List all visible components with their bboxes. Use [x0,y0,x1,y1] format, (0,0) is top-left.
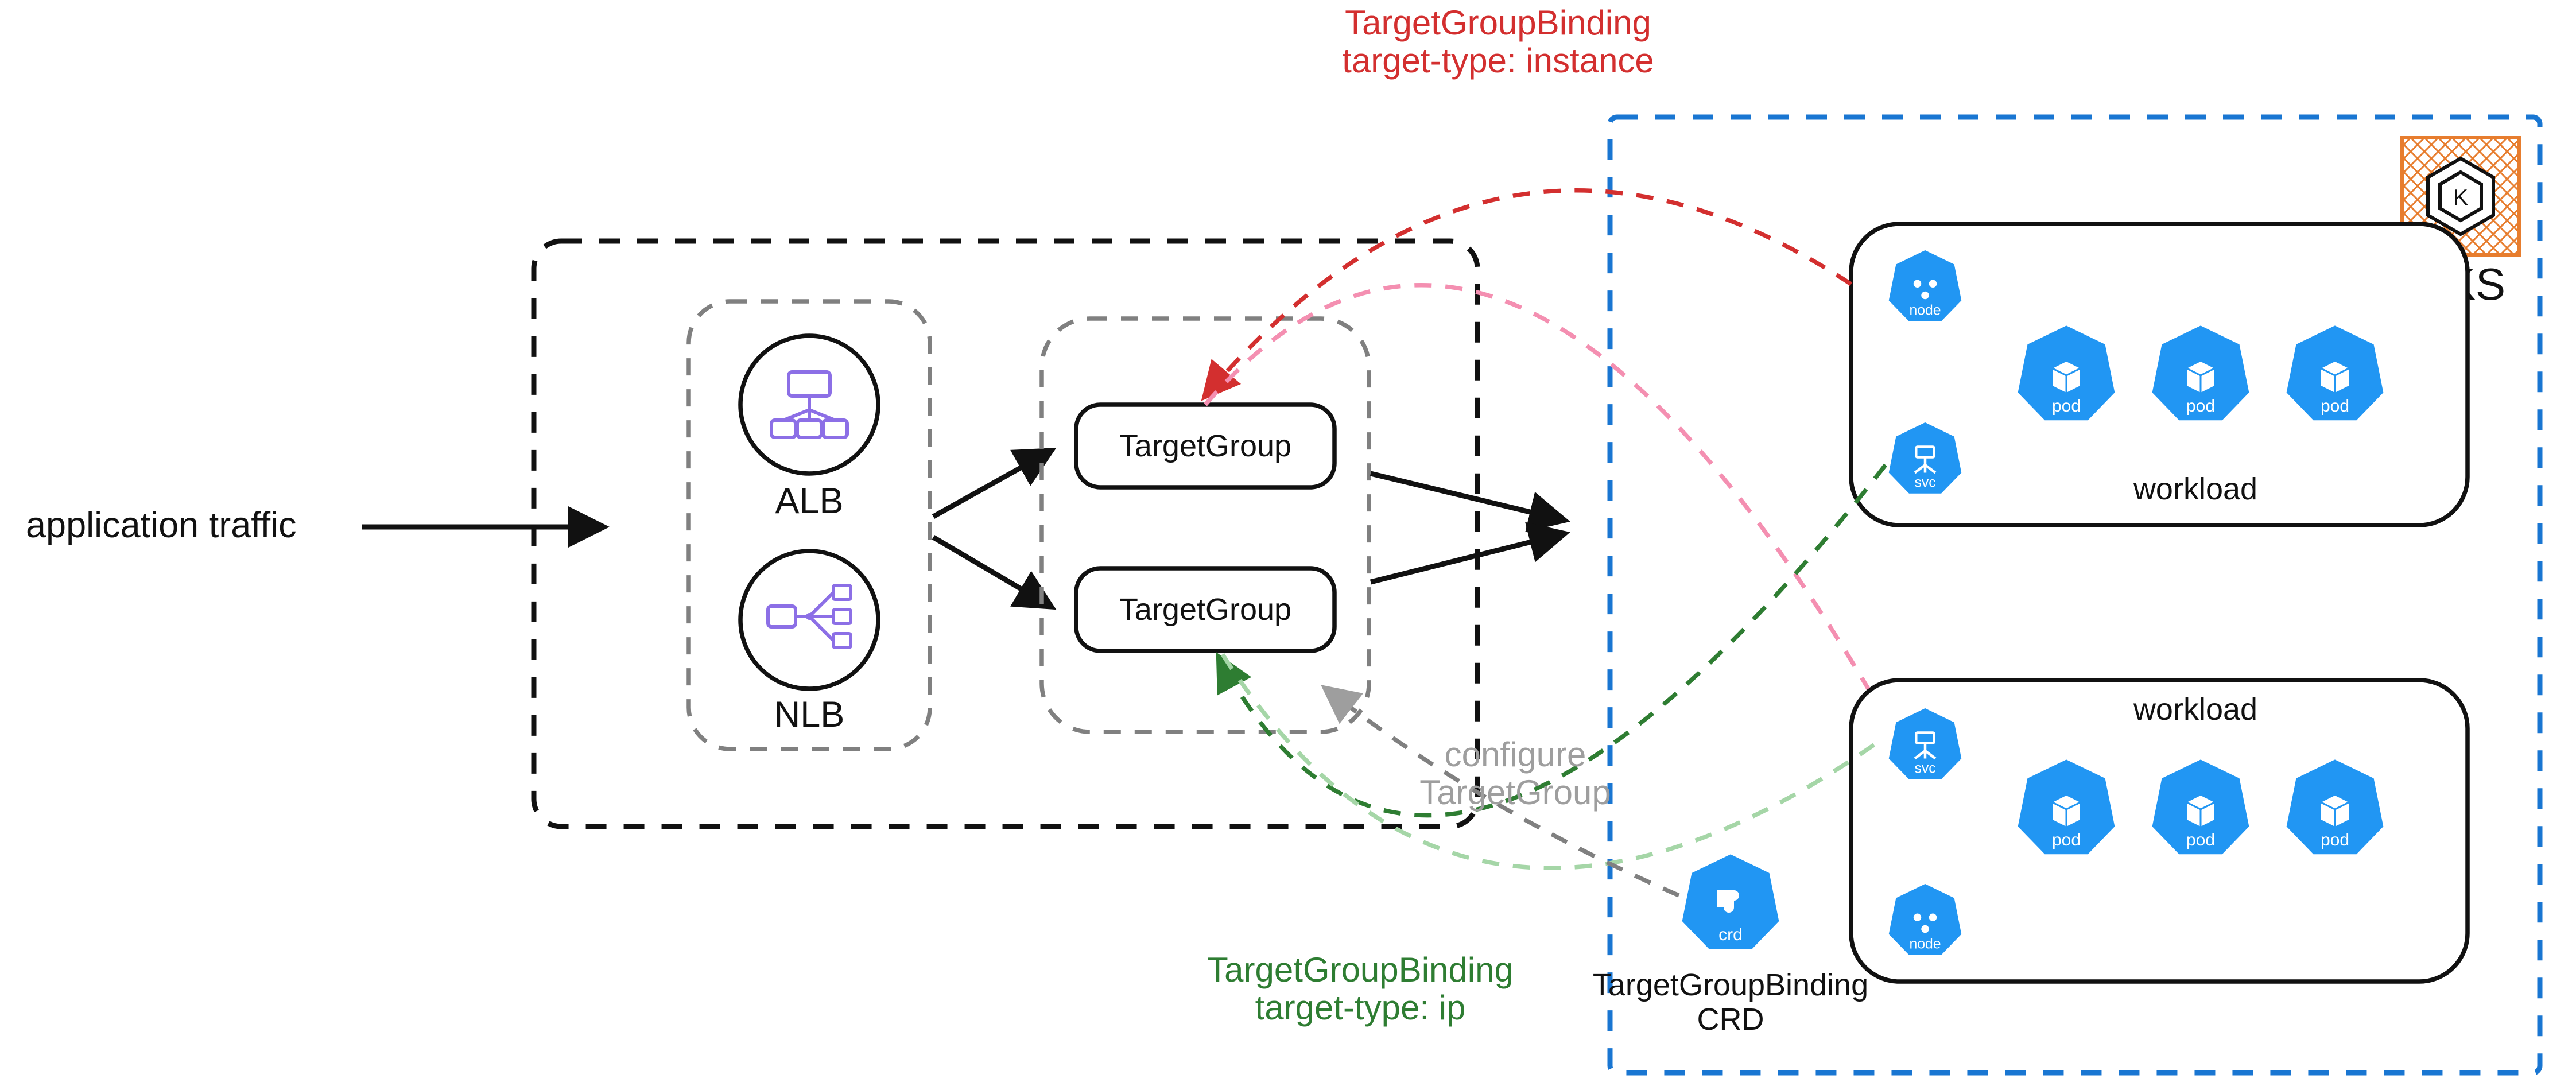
svg-text:pod: pod [2321,831,2349,849]
nlb-label: NLB [774,695,845,735]
crd-caption-2: CRD [1697,1002,1764,1037]
svg-text:K: K [2453,185,2468,210]
nlb-icon [740,551,878,689]
link-instance-binding [1205,191,1851,396]
workload-2-label: workload [2133,692,2257,727]
svg-text:pod: pod [2321,397,2349,416]
anno-ip-2: target-type: ip [1255,988,1466,1027]
svg-text:pod: pod [2052,831,2081,849]
workload-1-label: workload [2133,472,2257,506]
svg-text:pod: pod [2186,831,2215,849]
targetgroup-1-label: TargetGroup [1119,429,1291,463]
crd-icon: crd [1680,852,1780,951]
crd-caption-1: TargetGroupBinding [1593,968,1868,1002]
targetgroup-2-label: TargetGroup [1119,592,1291,627]
svg-text:svc: svc [1914,761,1935,776]
traffic-label: application traffic [26,505,297,545]
anno-configure-1: configure [1445,735,1586,774]
svg-text:pod: pod [2052,397,2081,416]
svg-text:svc: svc [1914,475,1935,490]
arrow-tg-to-eks-1 [1371,474,1564,520]
alb-icon [740,336,878,474]
architecture-diagram: application traffic ALB NLB TargetGroup … [0,0,2576,1090]
arrow-lb-to-tg1 [933,451,1050,517]
arrow-tg-to-eks-2 [1371,534,1564,582]
aws-boundary [534,241,1477,827]
svg-text:pod: pod [2186,397,2215,416]
svg-text:crd: crd [1718,925,1743,944]
anno-configure-2: TargetGroup [1419,773,1611,812]
svg-text:node: node [1909,936,1941,952]
targetgroup-group [1042,319,1369,732]
arrow-lb-to-tg2 [933,537,1050,606]
anno-ip-1: TargetGroupBinding [1207,951,1514,989]
anno-instance-2: target-type: instance [1342,41,1654,80]
alb-label: ALB [775,481,843,521]
anno-instance-1: TargetGroupBinding [1345,3,1651,42]
svg-text:node: node [1909,302,1941,318]
